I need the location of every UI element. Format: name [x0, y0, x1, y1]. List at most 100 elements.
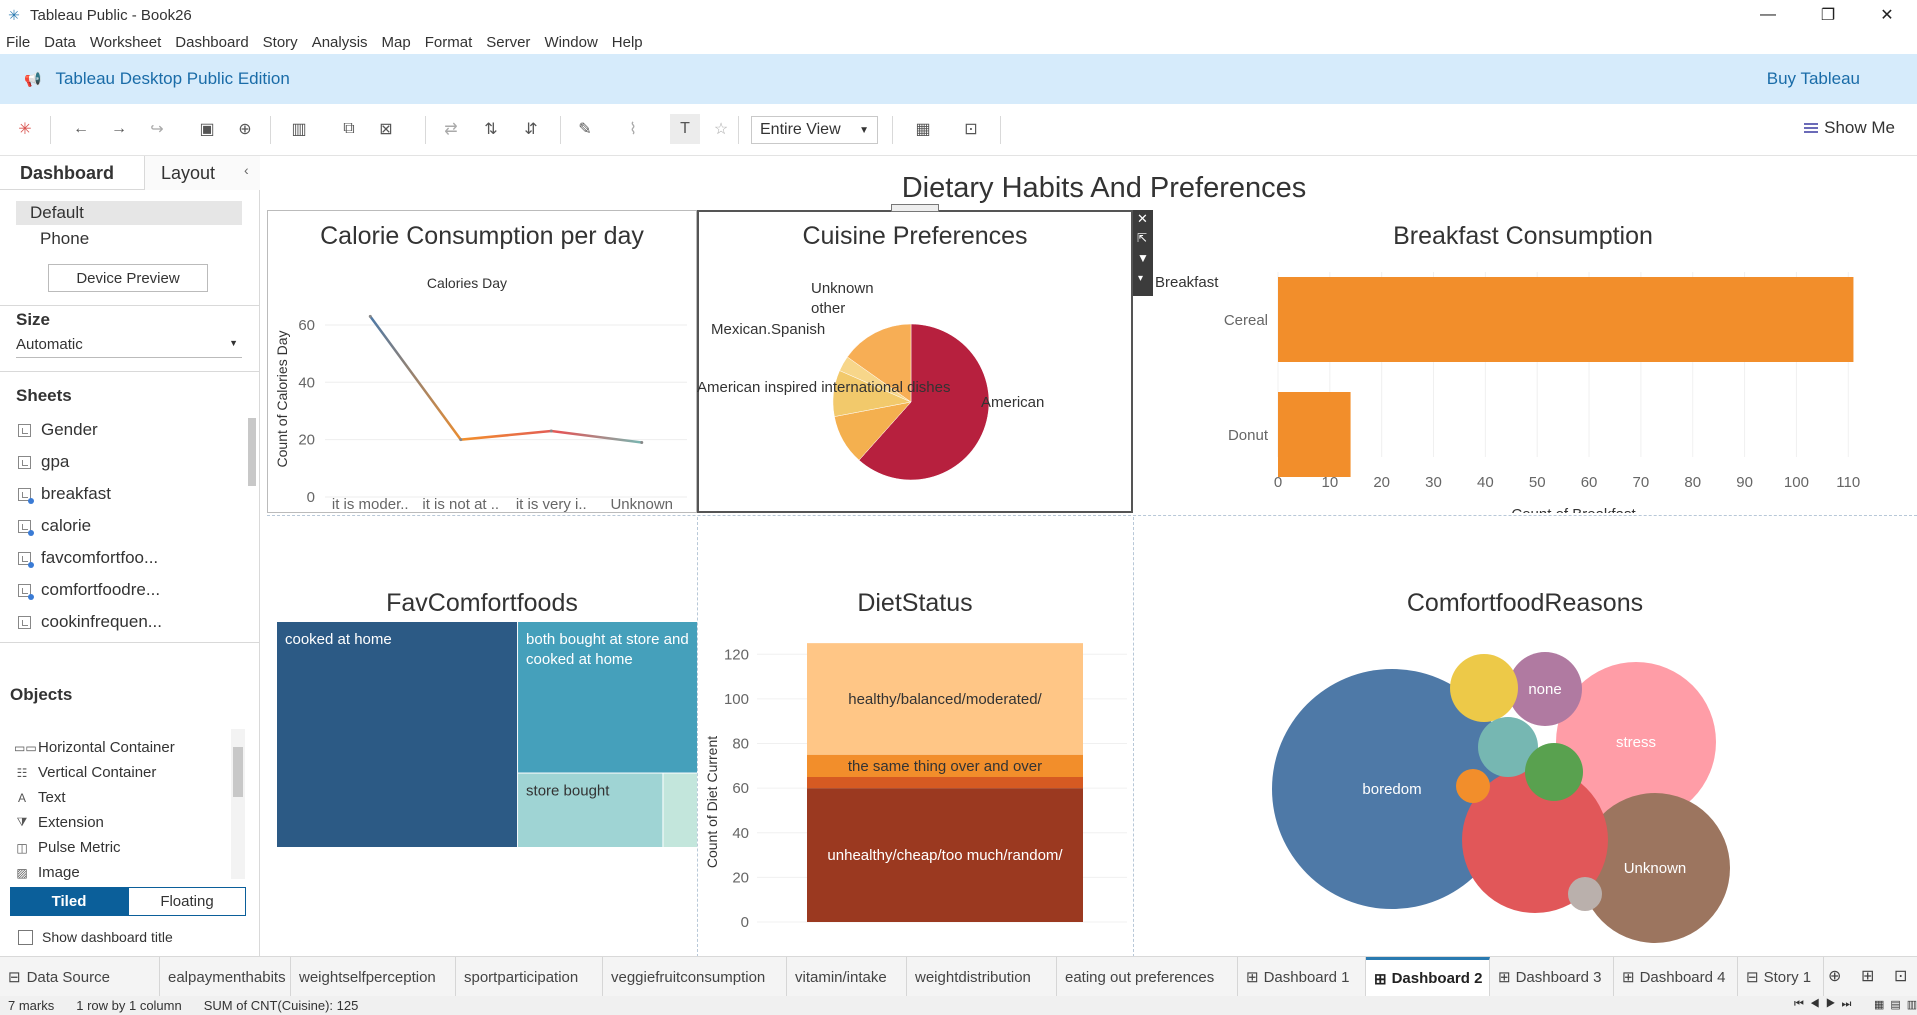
group-icon[interactable]: ⌇ [622, 118, 644, 140]
menu-data[interactable]: Data [37, 34, 83, 51]
tab-sheet[interactable]: weightdistribution [907, 957, 1057, 997]
new-datasource-icon[interactable]: ⊕ [234, 118, 256, 140]
show-labels-icon[interactable]: T [670, 114, 700, 144]
remove-icon[interactable]: ✕ [1137, 211, 1148, 227]
save-icon[interactable]: ▣ [196, 118, 218, 140]
menu-file[interactable]: File [0, 34, 37, 51]
object-vertical-container[interactable]: ☷ Vertical Container [14, 764, 157, 781]
divider [0, 642, 260, 643]
objects-section-title: Objects [10, 685, 73, 704]
tab-layout[interactable]: Layout [144, 156, 260, 190]
show-title-checkbox[interactable] [18, 930, 33, 945]
cuisine-pie-chart: American American inspired international … [697, 280, 1044, 481]
new-story-icon[interactable]: ⊡ [1894, 966, 1907, 986]
object-horizontal-container[interactable]: ▭▭ Horizontal Container [14, 739, 175, 756]
object-pulse-metric[interactable]: ◫ Pulse Metric [14, 839, 120, 856]
fit-dropdown[interactable]: Entire View ▼ [751, 116, 878, 144]
tab-sheet[interactable]: veggiefruitconsumption [603, 957, 787, 997]
device-default[interactable]: Default [30, 203, 84, 223]
x-tick-label: 100 [1784, 474, 1809, 491]
tableau-home-icon[interactable]: ✳ [14, 118, 36, 140]
object-image[interactable]: ▨ Image [14, 864, 79, 881]
tab-sheet[interactable]: weightselfperception [291, 957, 456, 997]
toolbar-separator [270, 116, 271, 144]
tab-data-source[interactable]: ⊟ Data Source [0, 957, 160, 997]
tab-dashboard-1[interactable]: ⊞ Dashboard 1 [1238, 957, 1366, 997]
size-dropdown[interactable]: Automatic ▼ [16, 336, 242, 358]
sheet-navigation-icon[interactable]: ⏮◀▶⏭ [1794, 998, 1857, 1011]
tiled-toggle[interactable]: Tiled [10, 887, 128, 916]
y-tick-label: 60 [732, 780, 749, 797]
tab-story-1[interactable]: ⊟ Story 1 [1738, 957, 1824, 997]
restore-button[interactable]: ❐ [1800, 0, 1856, 30]
tab-dashboard-2[interactable]: ⊞ Dashboard 2 [1366, 957, 1490, 997]
show-cards-icon[interactable]: ▦ [912, 118, 934, 140]
reason-bubble-label: none [1528, 681, 1561, 698]
scrollbar-thumb[interactable] [233, 747, 243, 797]
reason-bubble-label: stress [1616, 734, 1656, 751]
device-preview-button[interactable]: Device Preview [48, 264, 208, 292]
duplicate-sheet-icon[interactable]: ⧉ [338, 118, 360, 140]
go-to-sheet-icon[interactable]: ⇱ [1137, 231, 1147, 245]
sort-descending-icon[interactable]: ⇵ [520, 118, 542, 140]
dashboard-icon: ⊞ [1246, 969, 1259, 986]
menu-analysis[interactable]: Analysis [305, 34, 375, 51]
more-options-icon[interactable]: ▾ [1138, 273, 1143, 284]
object-extension[interactable]: ⧩ Extension [14, 814, 104, 831]
menu-map[interactable]: Map [375, 34, 418, 51]
sheet-item-gender[interactable]: Gender [18, 420, 98, 440]
tab-sheet[interactable]: sportparticipation [456, 957, 603, 997]
new-worksheet-icon[interactable]: ▥ [288, 118, 310, 140]
menu-help[interactable]: Help [605, 34, 650, 51]
cuisine-chart-title: Cuisine Preferences [802, 222, 1028, 250]
menu-dashboard[interactable]: Dashboard [168, 34, 255, 51]
new-worksheet-icon[interactable]: ⊕ [1828, 966, 1841, 986]
sheet-item-breakfast[interactable]: breakfast [18, 484, 111, 504]
show-me-button[interactable]: Show Me [1804, 118, 1895, 138]
menu-format[interactable]: Format [418, 34, 480, 51]
sheets-scrollbar[interactable] [248, 418, 256, 486]
view-toggle-icon[interactable]: ▦▤▥ [1874, 998, 1917, 1011]
menu-server[interactable]: Server [479, 34, 537, 51]
image-icon: ▨ [16, 865, 28, 880]
presentation-icon[interactable]: ⊡ [960, 118, 982, 140]
menu-worksheet[interactable]: Worksheet [83, 34, 168, 51]
breakfast-chart-title: Breakfast Consumption [1393, 222, 1653, 250]
move-handle[interactable] [891, 204, 939, 212]
tab-sheet[interactable]: vitamin/intake [787, 957, 907, 997]
swap-icon[interactable]: ⇄ [440, 118, 462, 140]
filter-icon[interactable]: ▼ [1137, 251, 1149, 265]
reason-bubble-label: boredom [1362, 781, 1421, 798]
device-phone[interactable]: Phone [40, 229, 89, 249]
tab-sheet[interactable]: ealpaymenthabits [160, 957, 291, 997]
highlight-icon[interactable]: ✎ [574, 118, 596, 140]
menu-window[interactable]: Window [537, 34, 604, 51]
sheet-item-comfortfoodreasons[interactable]: comfortfoodre... [18, 580, 160, 600]
tab-dashboard-3[interactable]: ⊞ Dashboard 3 [1490, 957, 1614, 997]
y-tick-label: 20 [298, 432, 315, 449]
clear-sheet-icon[interactable]: ⊠ [375, 118, 397, 140]
tab-dashboard-4[interactable]: ⊞ Dashboard 4 [1614, 957, 1738, 997]
x-tick-label: it is very i.. [516, 496, 587, 513]
object-text[interactable]: A Text [14, 789, 66, 806]
tab-dashboard[interactable]: Dashboard [20, 156, 144, 190]
replay-icon[interactable]: ↪ [146, 118, 168, 140]
sheet-item-cookingfrequency[interactable]: cookinfrequen... [18, 612, 162, 632]
floating-toggle[interactable]: Floating [128, 887, 246, 916]
redo-icon[interactable]: → [108, 118, 130, 140]
undo-icon[interactable]: ← [70, 118, 92, 140]
sheet-item-gpa[interactable]: gpa [18, 452, 69, 472]
pin-icon[interactable]: ☆ [710, 118, 732, 140]
minimize-button[interactable]: — [1740, 0, 1796, 30]
close-window-button[interactable]: ✕ [1859, 0, 1915, 30]
sheet-item-calorie[interactable]: calorie [18, 516, 91, 536]
new-dashboard-icon[interactable]: ⊞ [1861, 966, 1874, 986]
buy-tableau-link[interactable]: Buy Tableau [1767, 69, 1860, 89]
pie-slice-label: Mexican.Spanish [711, 321, 825, 338]
sort-ascending-icon[interactable]: ⇅ [480, 118, 502, 140]
objects-scrollbar[interactable] [231, 729, 245, 879]
sheet-item-favcomfortfoods[interactable]: favcomfortfoo... [18, 548, 158, 568]
menu-story[interactable]: Story [256, 34, 305, 51]
collapse-pane-icon[interactable]: ‹ [244, 162, 249, 178]
tab-sheet[interactable]: eating out preferences [1057, 957, 1238, 997]
